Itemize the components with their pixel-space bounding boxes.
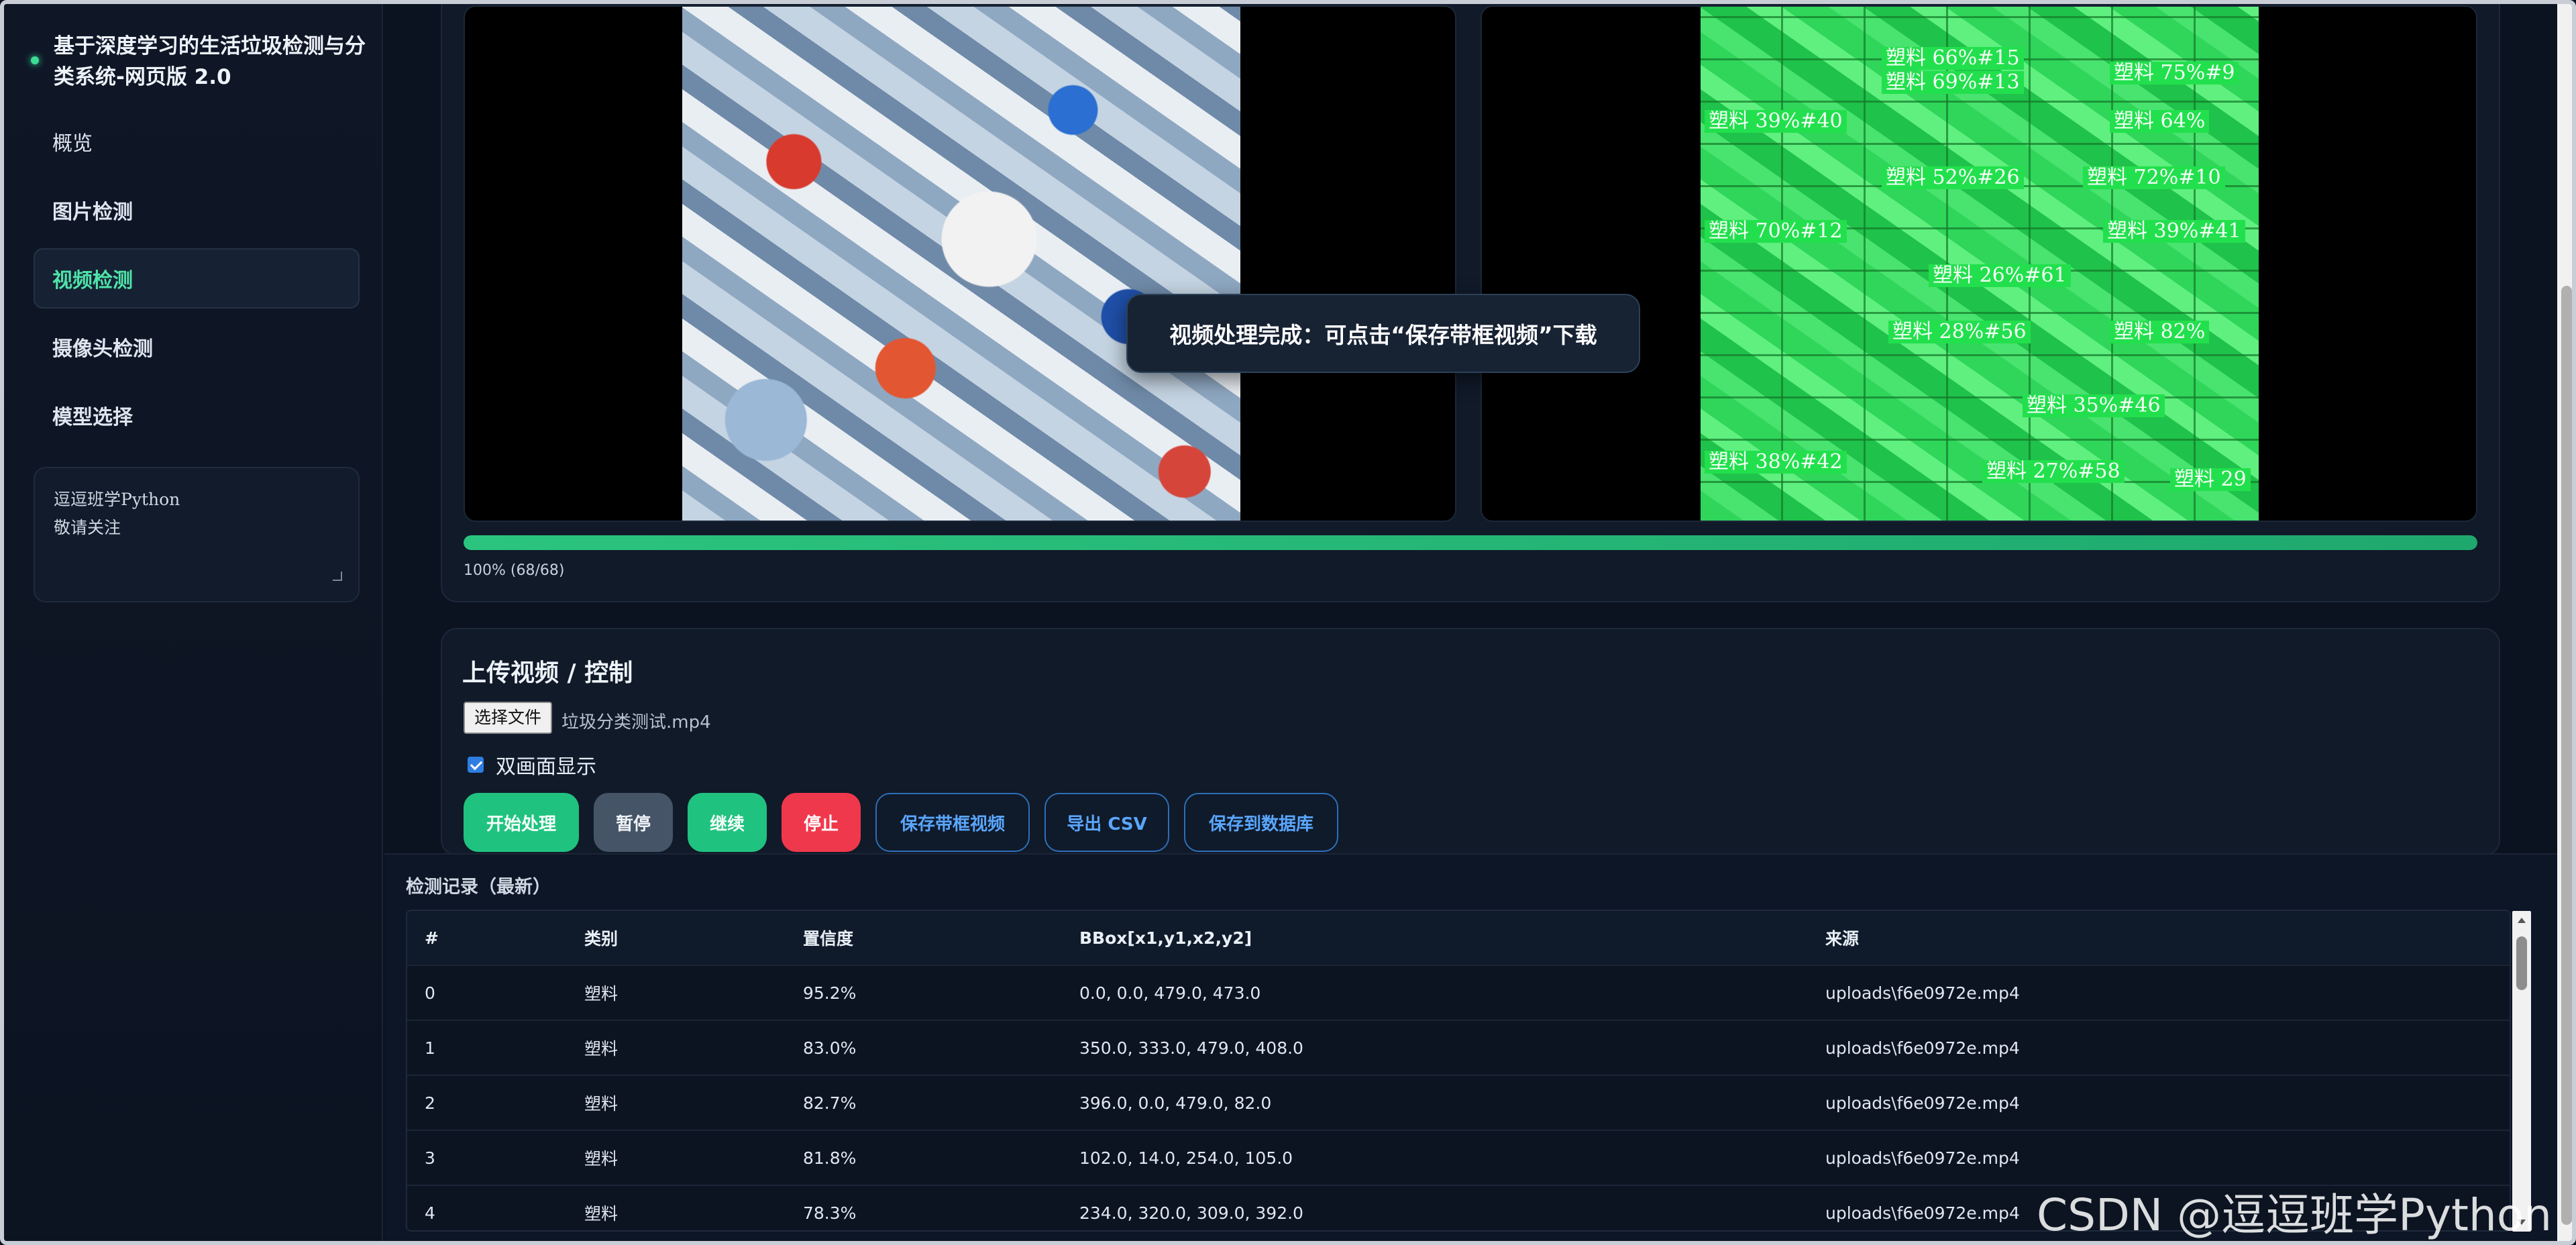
sidebar-item-image-detection[interactable]: 图片检测 [34, 180, 360, 240]
choose-file-button[interactable]: 选择文件 [464, 702, 553, 734]
pause-button[interactable]: 暂停 [594, 793, 673, 852]
scroll-up-icon[interactable] [2518, 918, 2526, 923]
dual-view-label: 双画面显示 [496, 755, 596, 779]
note-textarea[interactable]: 逗逗班学Python 敬请关注 [34, 467, 360, 602]
detection-label: 塑料 29 [2170, 468, 2251, 491]
cell-source: uploads\f6e0972e.mp4 [1825, 1038, 2020, 1058]
progress-text: 100% (68/68) [464, 562, 565, 579]
sidebar-item-video-detection[interactable]: 视频检测 [34, 248, 360, 309]
dual-view-toggle[interactable]: 双画面显示 [468, 750, 596, 779]
brand: 基于深度学习的生活垃圾检测与分类系统-网页版 2.0 [31, 31, 366, 93]
resume-button[interactable]: 继续 [688, 793, 767, 852]
detection-label: 塑料 26%#61 [1929, 264, 2071, 287]
cell-class: 塑料 [584, 1204, 619, 1224]
cell-confidence: 82.7% [803, 1093, 857, 1113]
cell-class: 塑料 [584, 1094, 619, 1114]
column-header: 类别 [584, 929, 619, 949]
original-frame-image [682, 7, 1240, 521]
cell-source: uploads\f6e0972e.mp4 [1825, 1093, 2020, 1113]
detection-label: 塑料 72%#10 [2083, 166, 2225, 189]
sidebar: 基于深度学习的生活垃圾检测与分类系统-网页版 2.0 概览 图片检测 视频检测 … [4, 4, 383, 1241]
progress-bar [464, 535, 2477, 550]
completion-toast: 视频处理完成：可点击“保存带框视频”下载 [1126, 294, 1640, 373]
detection-label: 塑料 39%#40 [1705, 110, 1847, 133]
cell-index: 3 [425, 1148, 435, 1168]
control-buttons: 开始处理 暂停 继续 停止 保存带框视频 导出 CSV 保存到数据库 [464, 793, 1353, 852]
note-line: 敬请关注 [54, 518, 121, 537]
cell-confidence: 81.8% [803, 1148, 857, 1168]
sidebar-item-camera-detection[interactable]: 摄像头检测 [34, 317, 360, 377]
detection-label: 塑料 75%#9 [2110, 62, 2239, 85]
selected-file-name: 垃圾分类测试.mp4 [561, 712, 711, 733]
cell-class: 塑料 [584, 1149, 619, 1169]
detection-label: 塑料 82% [2110, 321, 2210, 343]
sidebar-item-model-select[interactable]: 模型选择 [34, 385, 360, 445]
column-header: # [425, 928, 439, 948]
status-dot-icon [31, 56, 39, 64]
cell-source: uploads\f6e0972e.mp4 [1825, 983, 2020, 1003]
cell-source: uploads\f6e0972e.mp4 [1825, 1148, 2020, 1168]
cell-confidence: 83.0% [803, 1038, 857, 1058]
detection-label: 塑料 35%#46 [2023, 394, 2165, 417]
sidebar-nav: 概览 图片检测 视频检测 摄像头检测 模型选择 [34, 111, 360, 453]
detected-video-frame: 塑料 66%#15 塑料 69%#13 塑料 75%#9 塑料 39%#40 塑… [1481, 5, 2477, 522]
save-db-button[interactable]: 保存到数据库 [1184, 793, 1338, 852]
cell-index: 1 [425, 1038, 435, 1058]
table-row[interactable]: 3 塑料 81.8% 102.0, 14.0, 254.0, 105.0 upl… [407, 1131, 2510, 1186]
original-video-frame [464, 5, 1456, 522]
column-header: 来源 [1825, 929, 1860, 949]
start-button[interactable]: 开始处理 [464, 793, 579, 852]
save-video-button[interactable]: 保存带框视频 [875, 793, 1030, 852]
cell-bbox: 102.0, 14.0, 254.0, 105.0 [1079, 1148, 1293, 1168]
column-header: BBox[x1,y1,x2,y2] [1079, 928, 1252, 948]
detected-frame-image: 塑料 66%#15 塑料 69%#13 塑料 75%#9 塑料 39%#40 塑… [1701, 7, 2259, 521]
table-header: # 类别 置信度 BBox[x1,y1,x2,y2] 来源 [407, 911, 2510, 966]
detection-label: 塑料 66%#15 [1882, 47, 2024, 70]
export-csv-button[interactable]: 导出 CSV [1044, 793, 1169, 852]
table-row[interactable]: 2 塑料 82.7% 396.0, 0.0, 479.0, 82.0 uploa… [407, 1076, 2510, 1131]
resize-grip-icon[interactable] [333, 572, 342, 581]
cell-confidence: 78.3% [803, 1203, 857, 1223]
page-scrollbar[interactable] [2557, 4, 2572, 1241]
cell-bbox: 234.0, 320.0, 309.0, 392.0 [1079, 1203, 1303, 1223]
note-text: 逗逗班学Python 敬请关注 [54, 486, 339, 542]
watermark: CSDN @逗逗班学Python [2037, 1189, 2552, 1241]
table-row[interactable]: 0 塑料 95.2% 0.0, 0.0, 479.0, 473.0 upload… [407, 966, 2510, 1021]
preview-card: 塑料 66%#15 塑料 69%#13 塑料 75%#9 塑料 39%#40 塑… [441, 4, 2500, 602]
cell-confidence: 95.2% [803, 983, 857, 1003]
dual-view-checkbox[interactable] [468, 757, 484, 773]
detection-label: 塑料 38%#42 [1705, 451, 1847, 474]
cell-bbox: 350.0, 333.0, 479.0, 408.0 [1079, 1038, 1303, 1058]
upload-section-title: 上传视频 / 控制 [462, 659, 633, 687]
detection-label: 塑料 70%#12 [1705, 220, 1847, 243]
column-header: 置信度 [803, 929, 854, 949]
page-scroll-thumb[interactable] [2561, 286, 2572, 1225]
browser-window: 基于深度学习的生活垃圾检测与分类系统-网页版 2.0 概览 图片检测 视频检测 … [0, 0, 2576, 1245]
cell-bbox: 396.0, 0.0, 479.0, 82.0 [1079, 1093, 1272, 1113]
cell-index: 0 [425, 983, 435, 1003]
records-title: 检测记录（最新） [406, 877, 551, 898]
stop-button[interactable]: 停止 [782, 793, 861, 852]
app-title: 基于深度学习的生活垃圾检测与分类系统-网页版 2.0 [54, 34, 366, 89]
cell-index: 4 [425, 1203, 435, 1223]
cell-bbox: 0.0, 0.0, 479.0, 473.0 [1079, 983, 1261, 1003]
detection-label: 塑料 28%#56 [1888, 321, 2031, 343]
note-line: 逗逗班学Python [54, 490, 180, 509]
detection-label: 塑料 52%#26 [1882, 166, 2024, 189]
detection-label: 塑料 27%#58 [1982, 460, 2125, 483]
cell-index: 2 [425, 1093, 435, 1113]
table-row[interactable]: 1 塑料 83.0% 350.0, 333.0, 479.0, 408.0 up… [407, 1021, 2510, 1076]
detection-label: 塑料 69%#13 [1882, 71, 2024, 94]
progress-fill [464, 535, 2477, 550]
sidebar-item-overview[interactable]: 概览 [34, 111, 360, 172]
table-scroll-thumb[interactable] [2516, 936, 2527, 990]
cell-class: 塑料 [584, 984, 619, 1004]
detection-label: 塑料 39%#41 [2103, 220, 2245, 243]
detection-label: 塑料 64% [2110, 110, 2210, 133]
cell-class: 塑料 [584, 1039, 619, 1059]
